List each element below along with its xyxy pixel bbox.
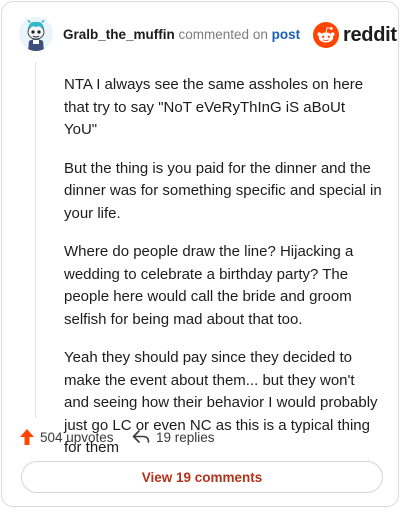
upvote-count: 504 upvotes — [40, 429, 114, 445]
upvote-button[interactable]: 504 upvotes — [20, 426, 114, 448]
comment-paragraph: Where do people draw the line? Hijacking… — [64, 243, 354, 328]
snoo-avatar-icon — [19, 17, 53, 51]
reddit-wordmark: reddit — [343, 24, 397, 46]
user-avatar[interactable] — [19, 17, 53, 51]
reddit-logo[interactable]: reddit — [313, 22, 397, 48]
post-link[interactable]: post — [272, 27, 301, 42]
reply-arrow-icon — [132, 430, 150, 443]
reddit-snoo-icon — [313, 22, 339, 48]
reply-button[interactable]: 19 replies — [132, 426, 215, 448]
thread-line — [35, 62, 36, 418]
reply-count: 19 replies — [156, 429, 215, 445]
comment-meta: Gralb_the_muffin commented on post — [63, 26, 300, 44]
comment-card: Gralb_the_muffin commented on post reddi… — [1, 1, 399, 507]
comment-body: NTA I always see the same assholes on he… — [64, 74, 382, 476]
upvote-arrow-icon — [20, 429, 34, 445]
action-text: commented on — [178, 27, 268, 42]
view-comments-button[interactable]: View 19 comments — [21, 461, 383, 493]
username-link[interactable]: Gralb_the_muffin — [63, 27, 175, 42]
comment-paragraph: NTA I always see the same assholes on he… — [64, 76, 364, 138]
comment-header: Gralb_the_muffin commented on post reddi… — [2, 2, 400, 64]
comment-paragraph: But the thing is you paid for the dinner… — [64, 159, 382, 222]
comment-actions: 504 upvotes 19 replies — [20, 426, 380, 448]
